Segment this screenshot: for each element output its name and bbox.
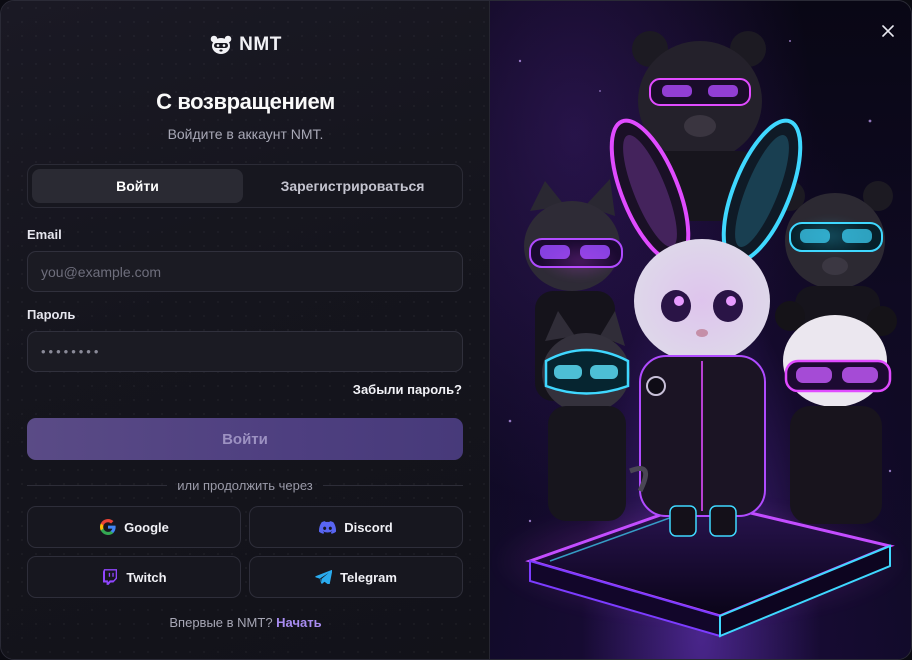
page-subtitle: Войдите в аккаунт NMT. [167, 126, 324, 142]
email-field[interactable] [27, 251, 463, 292]
divider-text: или продолжить через [177, 477, 313, 493]
email-label: Email [27, 227, 62, 242]
forgot-password-link[interactable]: Забыли пароль? [353, 382, 462, 397]
discord-button[interactable]: Discord [249, 506, 463, 548]
divider-line-left [27, 484, 168, 486]
signup-link[interactable]: Начать [276, 615, 321, 630]
signup-prompt-text: Впервые в NMT? [169, 615, 273, 630]
telegram-icon [315, 569, 333, 586]
twitch-label: Twitch [126, 569, 167, 585]
panda-mascot-icon [209, 33, 233, 57]
social-divider: или продолжить через [27, 477, 464, 493]
discord-icon [319, 519, 337, 536]
password-field[interactable] [27, 331, 463, 372]
twitch-button[interactable]: Twitch [27, 556, 241, 598]
page-title: С возвращением [156, 89, 335, 114]
discord-label: Discord [344, 519, 393, 535]
google-label: Google [124, 519, 169, 535]
twitch-icon [101, 569, 118, 586]
auth-tabs: Войти Зарегистрироваться [27, 164, 463, 208]
close-icon[interactable] [880, 23, 896, 39]
cyberpunk-mascots-illustration [490, 31, 910, 638]
telegram-label: Telegram [340, 569, 397, 585]
tab-login[interactable]: Войти [32, 169, 243, 203]
login-modal: NMT С возвращением Войдите в аккаунт NMT… [0, 0, 912, 660]
brand-name: NMT [239, 34, 282, 55]
google-icon [99, 519, 116, 536]
password-label: Пароль [27, 307, 76, 322]
google-button[interactable]: Google [27, 506, 241, 548]
login-submit-button[interactable]: Войти [27, 418, 463, 460]
brand-logo: NMT [1, 33, 490, 57]
hero-illustration-panel [490, 1, 911, 659]
signup-prompt: Впервые в NMT? Начать [1, 615, 490, 630]
divider-line-right [322, 484, 464, 486]
tab-register[interactable]: Зарегистрироваться [247, 169, 458, 203]
login-panel: NMT С возвращением Войдите в аккаунт NMT… [1, 1, 490, 659]
telegram-button[interactable]: Telegram [249, 556, 463, 598]
